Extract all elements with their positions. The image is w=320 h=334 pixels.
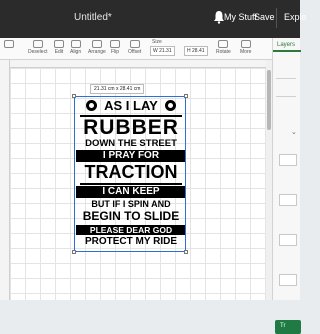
panel-divider	[276, 96, 296, 97]
scrollbar-thumb[interactable]	[267, 70, 271, 130]
tab-layers[interactable]: Layers	[273, 38, 301, 52]
size-label: Size	[152, 39, 162, 45]
layer-thumbnail[interactable]	[279, 274, 297, 286]
undo-icon	[4, 40, 14, 48]
more-button[interactable]: More	[240, 40, 251, 55]
make-it-button[interactable]: Tr	[275, 320, 301, 334]
offset-button[interactable]: Offset	[128, 40, 141, 55]
resize-handle-top-right[interactable]	[184, 94, 188, 98]
flip-button[interactable]: Flip	[110, 40, 120, 55]
layers-panel: Layers ⌄ Tr	[272, 38, 301, 334]
layer-thumbnail[interactable]	[279, 194, 297, 206]
align-button[interactable]: Align	[70, 40, 81, 55]
resize-handle-bottom-right[interactable]	[184, 250, 188, 254]
horizontal-ruler	[10, 60, 266, 68]
edit-toolbar: Deselect Edit Align Arrange Flip Offset …	[0, 38, 300, 60]
width-input[interactable]: W 21.31	[150, 46, 175, 56]
title-bar: Untitled* My Stuff Save Exple	[0, 0, 307, 38]
flip-icon	[110, 40, 120, 48]
vertical-ruler	[0, 60, 10, 300]
offset-icon	[129, 40, 140, 48]
undo-tool[interactable]	[4, 40, 14, 49]
selection-bounding-box[interactable]	[74, 96, 186, 252]
selection-dimensions: 21.31 cm x 28.41 cm	[90, 84, 145, 94]
deselect-button[interactable]: Deselect	[28, 40, 47, 55]
arrange-button[interactable]: Arrange	[88, 40, 106, 55]
layer-thumbnail[interactable]	[279, 234, 297, 246]
rotate-button[interactable]: Rotate	[216, 40, 231, 55]
chevron-down-icon[interactable]: ⌄	[291, 128, 297, 136]
save-button[interactable]: Save	[254, 12, 275, 22]
panel-divider	[276, 78, 296, 79]
edit-button[interactable]: Edit	[54, 40, 64, 55]
arrange-icon	[91, 40, 102, 48]
layer-thumbnail[interactable]	[279, 154, 297, 166]
rotate-icon	[218, 40, 229, 48]
titlebar-divider	[276, 8, 277, 28]
explore-link[interactable]: Exple	[284, 12, 307, 22]
resize-handle-bottom-left[interactable]	[72, 250, 76, 254]
document-title[interactable]: Untitled*	[74, 12, 112, 23]
deselect-icon	[32, 40, 43, 48]
edit-icon	[54, 40, 64, 48]
height-input[interactable]: H 28.41	[184, 46, 208, 56]
my-stuff-link[interactable]: My Stuff	[224, 12, 257, 22]
resize-handle-top-left[interactable]	[72, 94, 76, 98]
more-icon	[240, 40, 251, 48]
align-icon	[70, 40, 81, 48]
